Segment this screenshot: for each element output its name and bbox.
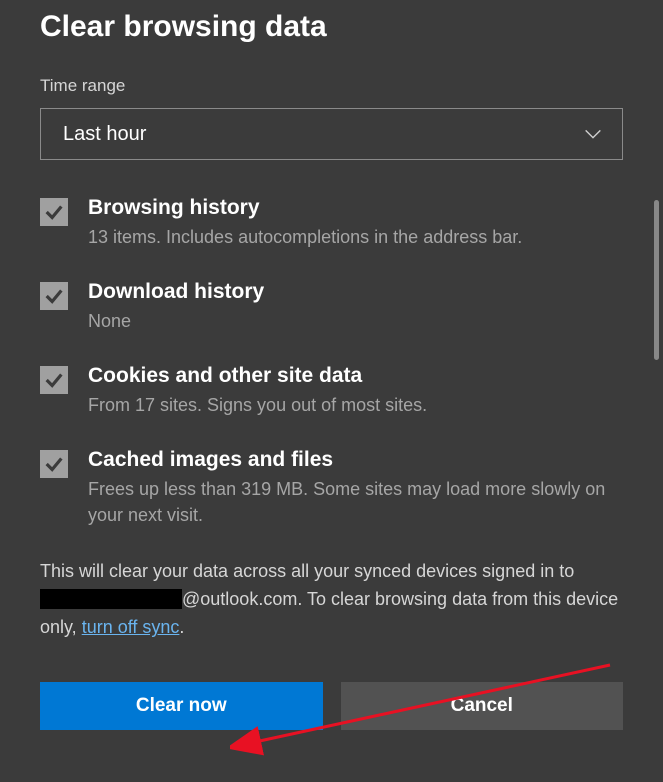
checkbox-cookies[interactable] <box>40 366 68 394</box>
option-browsing-history: Browsing history 13 items. Includes auto… <box>40 196 623 250</box>
options-list: Browsing history 13 items. Includes auto… <box>40 196 623 528</box>
option-cookies: Cookies and other site data From 17 site… <box>40 364 623 418</box>
checkbox-cached[interactable] <box>40 450 68 478</box>
check-icon <box>43 369 65 391</box>
chevron-down-icon <box>582 123 604 145</box>
cancel-button[interactable]: Cancel <box>341 682 624 730</box>
check-icon <box>43 201 65 223</box>
option-download-history: Download history None <box>40 280 623 334</box>
option-desc: 13 items. Includes autocompletions in th… <box>88 224 623 250</box>
button-row: Clear now Cancel <box>40 682 623 730</box>
time-range-label: Time range <box>40 76 623 96</box>
option-cached: Cached images and files Frees up less th… <box>40 448 623 528</box>
option-title: Cached images and files <box>88 448 623 472</box>
option-title: Download history <box>88 280 623 304</box>
turn-off-sync-link[interactable]: turn off sync <box>82 617 180 637</box>
clear-now-button[interactable]: Clear now <box>40 682 323 730</box>
option-title: Browsing history <box>88 196 623 220</box>
option-desc: None <box>88 308 623 334</box>
sync-info-text: This will clear your data across all you… <box>40 558 623 642</box>
check-icon <box>43 453 65 475</box>
option-desc: From 17 sites. Signs you out of most sit… <box>88 392 623 418</box>
time-range-select[interactable]: Last hour <box>40 108 623 160</box>
checkbox-download-history[interactable] <box>40 282 68 310</box>
option-desc: Frees up less than 319 MB. Some sites ma… <box>88 476 623 528</box>
dialog-title: Clear browsing data <box>40 10 623 44</box>
checkbox-browsing-history[interactable] <box>40 198 68 226</box>
redacted-email <box>40 589 182 609</box>
option-title: Cookies and other site data <box>88 364 623 388</box>
time-range-value: Last hour <box>63 123 146 146</box>
check-icon <box>43 285 65 307</box>
scrollbar[interactable] <box>654 200 659 360</box>
